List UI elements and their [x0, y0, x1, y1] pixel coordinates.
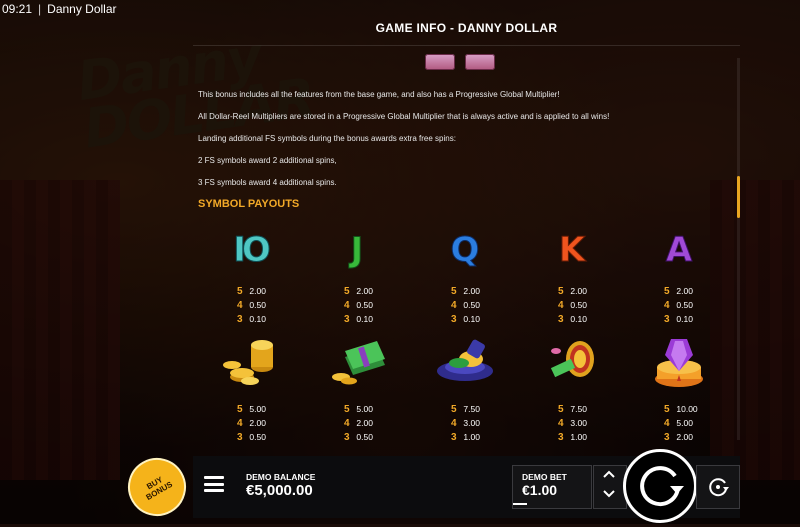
- symbol-q-icon: Q: [430, 228, 500, 272]
- bet-decrease-button[interactable]: [599, 487, 619, 503]
- spin-button[interactable]: [623, 449, 697, 523]
- symbol-payouts-heading: SYMBOL PAYOUTS: [198, 198, 300, 210]
- symbol-10-glyph: IO: [233, 230, 271, 270]
- payout-table: 5 2.00 4 0.50 3 0.10: [558, 286, 587, 325]
- coins-icon: [215, 340, 285, 385]
- symbol-k-icon: K: [537, 228, 607, 272]
- payout-table: 5 5.00 4 2.00 3 0.50: [344, 404, 373, 443]
- fs-symbols-row: [425, 54, 495, 70]
- info-paragraph: 2 FS symbols award 2 additional spins,: [198, 156, 337, 165]
- bet-increase-button[interactable]: [599, 467, 619, 483]
- autoplay-button[interactable]: [696, 465, 740, 509]
- clock: 09:21: [2, 2, 33, 16]
- buy-bonus-label: BUY BONUS: [144, 474, 175, 503]
- chevron-down-icon: [603, 490, 615, 498]
- balance-label: DEMO BALANCE: [246, 472, 316, 482]
- info-paragraph: Landing additional FS symbols during the…: [198, 134, 456, 143]
- symbol-a-icon: A: [644, 228, 714, 272]
- info-paragraph: All Dollar-Reel Multipliers are stored i…: [198, 112, 610, 121]
- title-divider: [193, 45, 740, 46]
- info-paragraph: 3 FS symbols award 4 additional spins.: [198, 178, 337, 187]
- symbol-j-glyph: J: [350, 230, 364, 270]
- status-separator: |: [38, 2, 42, 16]
- payout-table: 5 7.50 4 3.00 3 1.00: [558, 404, 587, 443]
- symbol-a-glyph: A: [665, 230, 693, 270]
- payout-table: 5 2.00 4 0.50 3 0.10: [237, 286, 266, 325]
- bet-value: €1.00: [522, 482, 558, 498]
- autoplay-icon: [709, 478, 729, 497]
- gem-pedestal-icon: [644, 339, 714, 387]
- symbol-q-glyph: Q: [450, 230, 480, 270]
- payout-table: 5 2.00 4 0.50 3 0.10: [451, 286, 480, 325]
- panel-title: GAME INFO - DANNY DOLLAR: [375, 21, 558, 35]
- symbol-j-icon: J: [322, 228, 392, 272]
- payout-table: 5 2.00 4 0.50 3 0.10: [344, 286, 373, 325]
- symbol-k-glyph: K: [558, 230, 586, 270]
- menu-icon[interactable]: [204, 476, 224, 492]
- symbol-10-icon: IO: [215, 228, 285, 272]
- cash-stack-icon: [322, 340, 392, 385]
- drum-icon: [537, 340, 607, 384]
- fs-symbol-icon: [425, 54, 455, 70]
- payout-table: 5 5.00 4 2.00 3 0.50: [237, 404, 266, 443]
- fs-symbol-icon: [465, 54, 495, 70]
- spin-arrow-icon: [640, 466, 684, 507]
- scrollbar-thumb[interactable]: [737, 176, 740, 218]
- info-paragraph: This bonus includes all the features fro…: [198, 90, 560, 99]
- bet-level-indicator: [513, 503, 527, 505]
- payout-table: 5 7.50 4 3.00 3 1.00: [451, 404, 480, 443]
- app-title: Danny Dollar: [47, 2, 117, 16]
- balance-value: €5,000.00: [246, 482, 313, 499]
- scrollbar-track[interactable]: [737, 58, 740, 440]
- bet-label: DEMO BET: [522, 472, 567, 482]
- top-hat-icon: [430, 339, 500, 384]
- payout-table: 5 2.00 4 0.50 3 0.10: [664, 286, 693, 325]
- status-bar: 09:21 | Danny Dollar: [0, 0, 117, 18]
- chevron-up-icon: [603, 470, 615, 478]
- payout-table: 5 10.00 4 5.00 3 2.00: [664, 404, 698, 443]
